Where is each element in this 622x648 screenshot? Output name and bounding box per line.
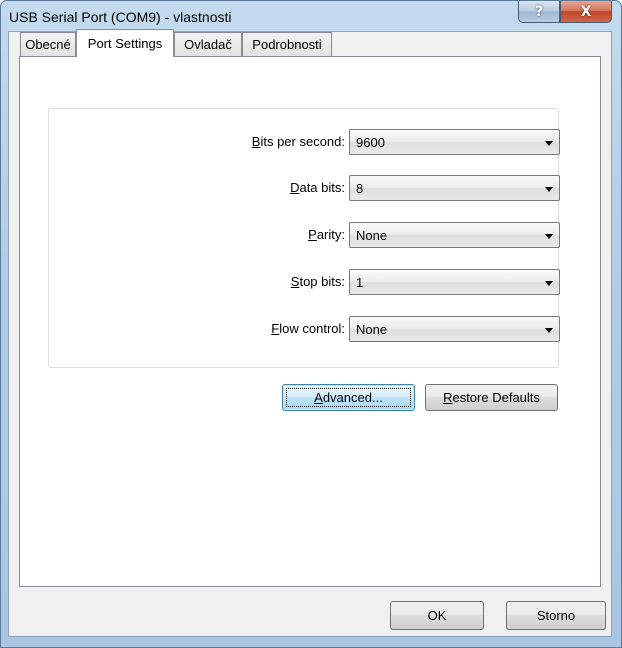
tab-general-label: Obecné [25, 37, 71, 52]
tab-details-label: Podrobnosti [252, 37, 322, 52]
bits-per-second-value: 9600 [356, 135, 385, 150]
close-icon: X [580, 3, 592, 20]
tab-strip: Obecné Port Settings Ovladač Podrobnosti [20, 29, 420, 57]
bits-per-second-label: Bits per second: [251, 134, 345, 149]
tab-port-settings-label: Port Settings [87, 36, 163, 51]
focus-ring [286, 388, 411, 407]
tab-port-settings[interactable]: Port Settings [76, 29, 174, 57]
tab-driver[interactable]: Ovladač [174, 32, 242, 56]
parity-select[interactable]: None [349, 222, 560, 248]
flow-control-value: None [356, 322, 388, 337]
flow-control-select[interactable]: None [349, 316, 560, 342]
stop-bits-label: Stop bits: [290, 274, 345, 289]
bits-per-second-select[interactable]: 9600 [349, 129, 560, 155]
parity-row: Parity: None [49, 222, 560, 248]
help-button[interactable]: ? [518, 1, 560, 23]
restore-defaults-button[interactable]: Restore Defaults [425, 384, 558, 411]
advanced-button[interactable]: Advanced... [282, 384, 415, 411]
ok-button-label: OK [427, 608, 447, 623]
chevron-down-icon [545, 281, 553, 286]
ok-button[interactable]: OK [390, 601, 484, 630]
restore-defaults-label: Restore Defaults [443, 390, 540, 405]
help-icon: ? [534, 3, 544, 20]
data-bits-label: Data bits: [290, 180, 345, 195]
cancel-button[interactable]: Storno [506, 601, 606, 630]
cancel-button-label: Storno [536, 608, 576, 623]
chevron-down-icon [545, 141, 553, 146]
parity-value: None [356, 228, 388, 243]
title-bar: USB Serial Port (COM9) - vlastnosti ? X [1, 1, 621, 31]
bits-per-second-row: Bits per second: 9600 [49, 129, 560, 155]
window-title: USB Serial Port (COM9) - vlastnosti [9, 9, 232, 25]
data-bits-value: 8 [356, 181, 364, 196]
data-bits-select[interactable]: 8 [349, 175, 560, 201]
port-settings-page: Bits per second: 9600 Data bits: 8 Parit… [19, 56, 601, 587]
tab-driver-label: Ovladač [184, 37, 232, 52]
flow-control-label: Flow control: [271, 321, 345, 336]
stop-bits-select[interactable]: 1 [349, 269, 560, 295]
stop-bits-row: Stop bits: 1 [49, 269, 560, 295]
parity-label: Parity: [308, 227, 345, 242]
tab-details[interactable]: Podrobnosti [242, 32, 332, 56]
settings-group: Bits per second: 9600 Data bits: 8 Parit… [48, 108, 560, 368]
data-bits-row: Data bits: 8 [49, 175, 560, 201]
chevron-down-icon [545, 234, 553, 239]
tab-general[interactable]: Obecné [20, 32, 76, 56]
close-button[interactable]: X [560, 1, 612, 23]
flow-control-row: Flow control: None [49, 316, 560, 342]
stop-bits-value: 1 [356, 275, 364, 290]
chevron-down-icon [545, 187, 553, 192]
chevron-down-icon [545, 328, 553, 333]
